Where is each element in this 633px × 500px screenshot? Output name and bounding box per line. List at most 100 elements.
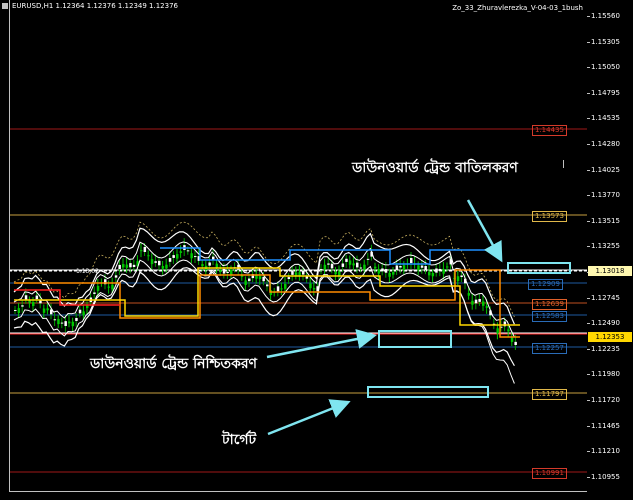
- candle-body: [309, 283, 312, 289]
- candle-body: [215, 263, 219, 268]
- small-tick-mark: [563, 160, 564, 168]
- candle-body: [111, 284, 114, 290]
- price-tick-mark: [587, 118, 590, 120]
- price-tick-mark: [587, 16, 590, 17]
- candle-body: [71, 321, 75, 327]
- candle-body: [496, 328, 499, 334]
- candle-body: [17, 308, 21, 314]
- candle-body: [352, 263, 355, 266]
- candle-body: [208, 262, 211, 266]
- price-tick-mark: [587, 425, 590, 427]
- yellow-step-line: [14, 267, 520, 326]
- candle-body: [485, 306, 489, 308]
- chart-menu-icon[interactable]: [2, 3, 8, 9]
- level-box-1-11797: 1.11797: [532, 389, 567, 400]
- price-tick-label: 1.11720: [591, 396, 620, 404]
- candle-body: [32, 302, 35, 307]
- candle-body: [381, 268, 384, 272]
- candle-body: [165, 264, 168, 269]
- candle-body: [384, 269, 388, 273]
- candle-body: [320, 269, 323, 271]
- annotation-downtrend-confirm: ডাউনওয়ার্ড ট্রেন্ড নিশ্চিতকরণ: [90, 356, 258, 372]
- candle-body: [118, 264, 121, 270]
- price-tick-mark: [587, 92, 590, 94]
- candle-body: [417, 265, 420, 271]
- candle-body: [172, 255, 175, 258]
- price-tick-label: 1.13515: [591, 216, 620, 225]
- candle-body: [377, 269, 381, 274]
- price-tick-mark: [587, 297, 590, 299]
- candle-body: [334, 271, 337, 275]
- annotation-target: টার্গেট: [222, 432, 257, 448]
- candle-body: [341, 263, 345, 267]
- candle-body: [140, 250, 143, 252]
- candle-body: [276, 286, 280, 292]
- chart-window[interactable]: EURUSD,H1 1.12364 1.12376 1.12349 1.1237…: [0, 0, 633, 500]
- indicator-name: Zo_33_Zhuravlerezka_V-04-03_1bush: [452, 4, 583, 12]
- price-tick-mark: [587, 374, 590, 376]
- price-axis[interactable]: 1.15560 1.15305 1.15050 1.14795 1.14535 1.142…: [587, 0, 633, 500]
- candle-body: [366, 258, 370, 260]
- candle-body: [345, 258, 348, 262]
- candle-body: [64, 321, 67, 326]
- candle-body: [78, 309, 82, 314]
- candle-body: [420, 265, 424, 268]
- price-tick-label: 1.13255: [591, 242, 620, 251]
- price-tick-mark: [587, 144, 590, 145]
- candle-body: [168, 258, 172, 262]
- level-box-1-13573: 1.13573: [532, 211, 567, 222]
- axis-current-price: 1.12353: [588, 332, 632, 342]
- level-box-1-10991: 1.10991: [532, 468, 567, 479]
- candle-body: [147, 255, 150, 257]
- price-tick-label: 1.10955: [591, 472, 620, 481]
- candle-body: [158, 260, 161, 266]
- candle-body: [287, 277, 291, 280]
- price-tick-label: 1.15560: [591, 12, 620, 20]
- candle-body: [21, 305, 24, 307]
- price-tick-label: 1.15305: [591, 37, 620, 46]
- price-tick-mark: [587, 67, 590, 69]
- candle-body: [226, 271, 229, 273]
- candle-body: [410, 258, 413, 264]
- price-tick-label: 1.14280: [591, 140, 620, 148]
- chart-plot-area[interactable]: [0, 0, 587, 500]
- candle-body: [57, 319, 60, 325]
- price-tick-label: 1.11210: [591, 447, 620, 456]
- candle-body: [219, 269, 222, 272]
- price-tick-mark: [587, 451, 590, 453]
- price-tick-label: 1.11465: [591, 421, 620, 430]
- candle-body: [262, 276, 265, 282]
- candle-body: [514, 341, 517, 345]
- candle-body: [93, 292, 96, 294]
- candle-body: [60, 322, 64, 324]
- candle-body: [507, 329, 510, 332]
- candle-body: [114, 275, 118, 278]
- price-tick-mark: [587, 323, 590, 325]
- price-tick-mark: [587, 169, 590, 171]
- candle-body: [424, 266, 427, 271]
- small-price-label: 1.13.02: [76, 268, 99, 275]
- candle-body: [150, 259, 154, 265]
- candle-body: [122, 264, 125, 268]
- candle-body: [244, 280, 247, 285]
- chart-canvas[interactable]: [0, 0, 587, 500]
- candle-body: [258, 276, 262, 280]
- candle-body: [474, 299, 478, 304]
- candle-body: [125, 264, 129, 268]
- candle-body: [161, 265, 165, 269]
- level-box-1-14435: 1.14435: [532, 125, 567, 136]
- candle-body: [132, 264, 136, 267]
- price-tick-label: 1.15050: [591, 63, 620, 72]
- price-tick-mark: [587, 348, 590, 350]
- price-tick-mark: [587, 195, 590, 197]
- candle-body: [194, 256, 197, 258]
- confirm-zone-rect: [378, 330, 452, 348]
- price-tick-label: 1.13770: [591, 191, 620, 200]
- candle-body: [186, 250, 190, 252]
- candle-body: [374, 266, 377, 269]
- candle-body: [302, 270, 305, 275]
- candle-body: [388, 272, 391, 277]
- candle-body: [294, 272, 298, 276]
- candle-body: [363, 264, 366, 270]
- candle-body: [176, 254, 179, 259]
